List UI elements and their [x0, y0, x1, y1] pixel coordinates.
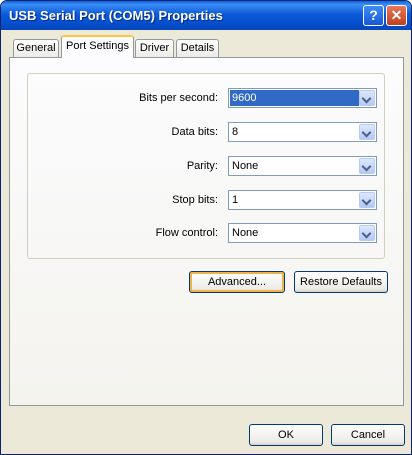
flow-control-value: None: [232, 227, 259, 239]
ok-button[interactable]: OK: [249, 424, 323, 446]
bits-per-second-label: Bits per second:: [139, 92, 218, 104]
chevron-down-icon[interactable]: [359, 158, 375, 174]
parity-select[interactable]: None: [228, 156, 377, 176]
tab-details[interactable]: Details: [176, 39, 219, 57]
flow-control-label: Flow control:: [155, 227, 218, 239]
tab-port-settings[interactable]: Port Settings: [61, 35, 134, 58]
data-bits-label: Data bits:: [171, 126, 218, 138]
window-title: USB Serial Port (COM5) Properties: [9, 8, 223, 23]
bits-per-second-value: 9600: [230, 90, 359, 106]
data-bits-select[interactable]: 8: [228, 122, 377, 142]
bits-per-second-select[interactable]: 9600: [228, 88, 377, 108]
tab-general[interactable]: General: [13, 39, 59, 57]
chevron-down-icon[interactable]: [359, 90, 375, 106]
tab-general-label: General: [16, 42, 56, 54]
data-bits-value: 8: [232, 126, 239, 138]
parity-value: None: [232, 160, 259, 172]
tab-details-label: Details: [180, 42, 215, 54]
close-icon: ✕: [390, 7, 403, 23]
close-button[interactable]: ✕: [386, 5, 407, 26]
tab-driver-label: Driver: [139, 42, 170, 54]
stop-bits-select[interactable]: 1: [228, 190, 377, 210]
help-button[interactable]: ?: [363, 5, 384, 26]
stop-bits-value: 1: [232, 194, 239, 206]
tab-panel-port-settings: Bits per second: 9600 Data bits: 8 Parit…: [9, 57, 404, 406]
help-icon: ?: [369, 7, 378, 23]
tab-port-settings-label: Port Settings: [66, 40, 129, 52]
chevron-down-icon[interactable]: [359, 124, 375, 140]
cancel-button[interactable]: Cancel: [331, 424, 405, 446]
stop-bits-label: Stop bits:: [172, 194, 218, 206]
tab-driver[interactable]: Driver: [135, 39, 174, 57]
chevron-down-icon[interactable]: [359, 192, 375, 208]
restore-defaults-button[interactable]: Restore Defaults: [294, 271, 388, 293]
advanced-button[interactable]: Advanced...: [189, 271, 285, 293]
flow-control-select[interactable]: None: [228, 223, 377, 243]
parity-label: Parity:: [186, 160, 218, 172]
title-bar[interactable]: USB Serial Port (COM5) Properties ? ✕: [1, 1, 411, 30]
properties-dialog: USB Serial Port (COM5) Properties ? ✕ Ge…: [0, 0, 412, 455]
chevron-down-icon[interactable]: [359, 225, 375, 241]
